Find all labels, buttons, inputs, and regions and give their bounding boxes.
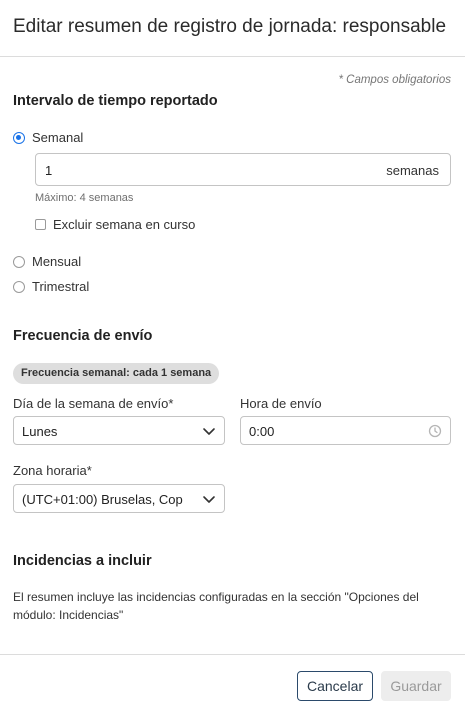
frequency-summary-chip: Frecuencia semanal: cada 1 semana — [13, 363, 220, 384]
exclude-current-week-checkbox[interactable]: Excluir semana en curso — [35, 217, 195, 232]
radio-trimestral[interactable]: Trimestral — [13, 279, 89, 294]
day-of-week-select[interactable]: Lunes — [13, 416, 225, 445]
radio-mensual-label: Mensual — [32, 254, 82, 269]
radio-semanal[interactable]: Semanal — [13, 130, 83, 145]
save-button[interactable]: Guardar — [381, 671, 451, 701]
radio-mensual[interactable]: Mensual — [13, 254, 81, 269]
send-time-input[interactable]: 0:00 — [240, 416, 451, 445]
radio-unselected-icon[interactable] — [13, 280, 25, 293]
frequency-heading: Frecuencia de envío — [13, 328, 153, 344]
exclude-current-week-label: Excluir semana en curso — [53, 217, 196, 232]
radio-selected-icon[interactable] — [13, 131, 25, 144]
timezone-label: Zona horaria* — [13, 463, 92, 478]
incidences-description: El resumen incluye las incidencias confi… — [13, 590, 419, 622]
timezone-value: (UTC+01:00) Bruselas, Cop — [22, 492, 183, 507]
incidences-heading: Incidencias a incluir — [13, 553, 152, 569]
dialog-title: Editar resumen de registro de jornada: r… — [13, 16, 447, 37]
weeks-input-value: 1 — [45, 163, 53, 178]
dialog-header: Editar resumen de registro de jornada: r… — [0, 0, 465, 57]
weeks-max-hint: Máximo: 4 semanas — [35, 192, 134, 204]
chevron-down-icon — [203, 428, 215, 435]
weeks-input[interactable]: 1 semanas — [35, 153, 451, 186]
clock-icon[interactable] — [428, 424, 442, 438]
day-of-week-value: Lunes — [22, 424, 58, 439]
send-time-label: Hora de envío — [240, 396, 322, 411]
timezone-select[interactable]: (UTC+01:00) Bruselas, Cop — [13, 484, 225, 513]
radio-trimestral-label: Trimestral — [32, 279, 90, 294]
send-time-value: 0:00 — [249, 424, 275, 439]
radio-unselected-icon[interactable] — [13, 255, 25, 268]
cancel-button[interactable]: Cancelar — [297, 671, 373, 701]
radio-semanal-label: Semanal — [32, 130, 84, 145]
interval-heading: Intervalo de tiempo reportado — [13, 93, 218, 109]
day-of-week-label: Día de la semana de envío* — [13, 396, 174, 411]
chevron-down-icon — [203, 496, 215, 503]
weeks-unit-label: semanas — [386, 163, 439, 178]
checkbox-icon[interactable] — [35, 219, 46, 230]
required-fields-note: * Campos obligatorios — [338, 74, 451, 86]
dialog-footer: Cancelar Guardar — [0, 654, 465, 712]
